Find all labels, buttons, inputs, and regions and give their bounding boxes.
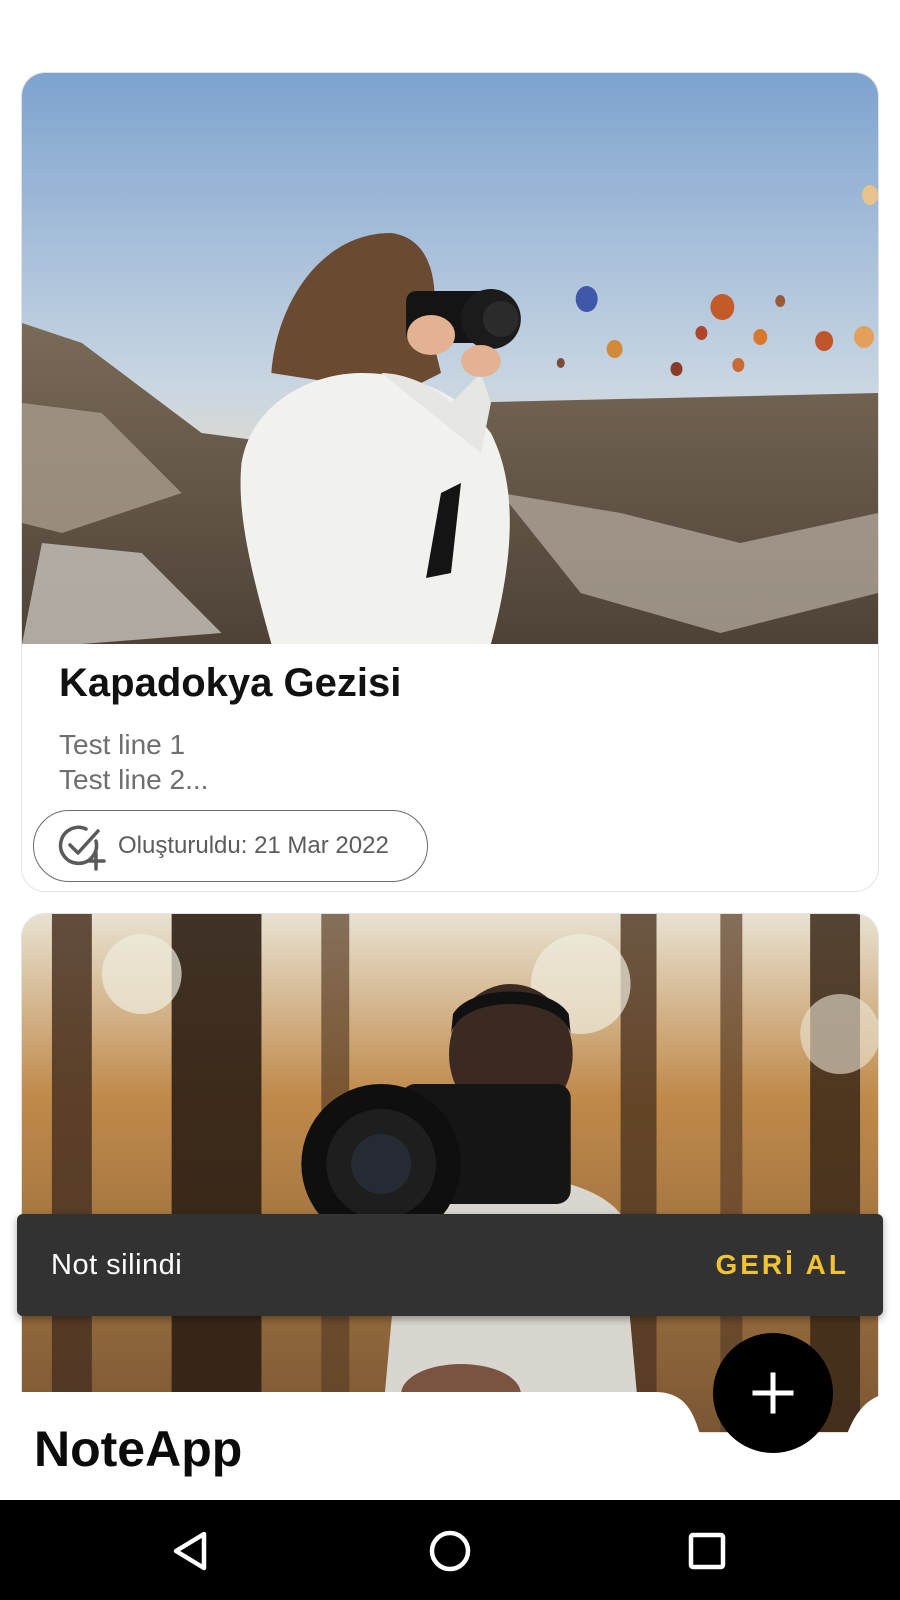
created-date-label: Oluşturuldu: 21 Mar 2022 [118,832,389,859]
note-body-line: Test line 2... [59,764,209,795]
note-title: Kapadokya Gezisi [59,661,402,705]
back-triangle-icon[interactable] [168,1526,218,1576]
note-body-line: Test line 1 [59,729,186,760]
app-title: NoteApp [34,1421,243,1477]
snackbar-message: Not silindi [51,1248,183,1281]
note-body: Test line 1 Test line 2... [59,727,208,797]
check-add-icon [58,825,106,871]
add-note-button[interactable] [713,1333,833,1453]
undo-button[interactable]: GERİ AL [715,1249,849,1281]
created-date-chip: Oluşturuldu: 21 Mar 2022 [33,810,428,882]
note-card[interactable]: Kapadokya Gezisi Test line 1 Test line 2… [21,72,879,892]
home-circle-icon[interactable] [425,1526,475,1576]
recents-square-icon[interactable] [682,1526,732,1576]
note-image [22,73,878,644]
system-nav-bar [0,1500,900,1600]
snackbar: Not silindi GERİ AL [17,1214,883,1316]
plus-icon [752,1372,794,1414]
